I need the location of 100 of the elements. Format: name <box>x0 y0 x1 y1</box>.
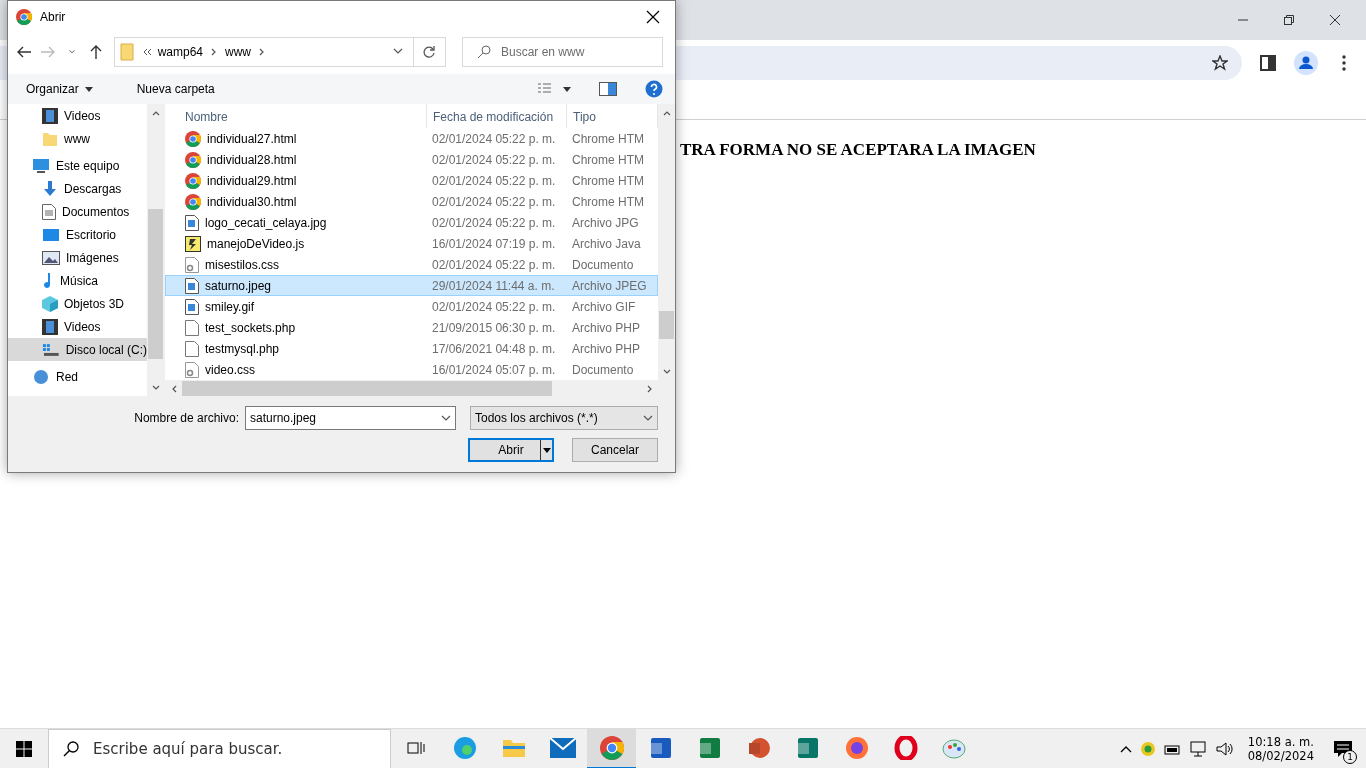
table-cell-text: 16/01/2024 05:07 p. m. <box>431 362 557 377</box>
network-icon[interactable] <box>1189 740 1208 757</box>
drive-icon <box>42 342 60 357</box>
table-cell-text: Documento <box>571 362 635 377</box>
chrome-icon <box>185 172 201 189</box>
file-name: test_sockets.php <box>205 320 296 335</box>
toolbar-button[interactable]: Nueva carpeta <box>128 78 223 100</box>
toolbar-button[interactable]: Organizar <box>18 78 101 100</box>
table-cell-text: Chrome HTM <box>571 173 645 188</box>
table-cell-text: Archivo JPEG <box>571 278 648 293</box>
file-name: smiley.gif <box>205 299 255 314</box>
notifications-button[interactable]: 1 <box>1328 733 1358 764</box>
up-arrow-icon <box>89 43 102 60</box>
dialog-title: Abrir <box>40 10 67 24</box>
sidebar-item[interactable]: Objetos 3D <box>8 292 147 315</box>
column-header[interactable]: Fecha de modificación <box>427 104 567 128</box>
file-row[interactable]: test_sockets.php 21/09/2015 06:30 p. m. Archivo PHP <box>165 317 658 338</box>
image-file-icon <box>185 298 199 315</box>
breadcrumb[interactable]: www <box>219 44 257 59</box>
page-heading: TRA FORMA NO SE ACEPTARA LA IMAGEN <box>680 140 1037 160</box>
caret-icon[interactable] <box>1119 744 1132 753</box>
table-cell-text: 02/01/2024 05:22 p. m. <box>431 194 557 209</box>
breadcrumb[interactable]: wamp64 <box>151 44 209 59</box>
table-cell-text: 02/01/2024 05:22 p. m. <box>431 152 557 167</box>
sidebar-item[interactable]: Documentos <box>8 200 147 223</box>
star-icon[interactable] <box>1212 54 1228 71</box>
taskbar-search-field[interactable]: Escribe aquí para buscar. <box>48 728 391 768</box>
scrollbar-thumb[interactable] <box>659 311 674 339</box>
table-cell-text: Chrome HTM <box>571 152 645 167</box>
fox-icon[interactable] <box>844 735 869 760</box>
swirl-icon[interactable] <box>452 735 477 760</box>
help-icon[interactable] <box>645 80 663 98</box>
cancel-button[interactable]: Cancelar <box>572 438 658 462</box>
table-cell-text: 17/06/2021 04:48 p. m. <box>431 341 557 356</box>
scrollbar[interactable] <box>658 104 675 380</box>
taskbar-app[interactable] <box>587 728 636 768</box>
sidebar-item[interactable]: Videos <box>8 104 147 127</box>
sidebar-item[interactable]: Este equipo <box>8 154 147 177</box>
task-view-icon <box>406 739 425 756</box>
preview-pane-icon[interactable] <box>599 82 617 96</box>
table-cell-text: 02/01/2024 05:22 p. m. <box>431 131 557 146</box>
settings-file-icon <box>185 256 199 273</box>
scrollbar[interactable] <box>147 104 164 396</box>
file-row[interactable]: individual30.html 02/01/2024 05:22 p. m. Chrome HTM <box>165 191 658 212</box>
chrome-icon[interactable] <box>599 735 624 760</box>
search-field[interactable]: Buscar en www <box>461 36 663 67</box>
table-cell-text: Chrome HTM <box>571 131 645 146</box>
file-type-dropdown[interactable]: Todos los archivos (*.*) <box>470 406 658 430</box>
table-cell-text: Chrome HTM <box>571 194 645 209</box>
image-file-icon <box>185 214 199 231</box>
file-row[interactable]: video.css 16/01/2024 05:07 p. m. Documento <box>165 359 658 380</box>
scrollbar-thumb[interactable] <box>182 381 552 396</box>
table-cell-text: 21/09/2015 06:30 p. m. <box>431 320 557 335</box>
table-cell-text: 29/01/2024 11:44 a. m. <box>431 278 556 293</box>
sidebar-item[interactable]: www <box>8 127 147 150</box>
mail-icon[interactable] <box>549 737 576 758</box>
file-row[interactable]: individual27.html 02/01/2024 05:22 p. m. Chrome HTM <box>165 128 658 149</box>
sync-icon[interactable] <box>1139 740 1156 757</box>
open-button[interactable]: Abrir <box>468 438 554 462</box>
table-cell-text: 02/01/2024 05:22 p. m. <box>431 215 557 230</box>
restore-icon <box>1283 14 1295 26</box>
file-row[interactable]: individual29.html 02/01/2024 05:22 p. m. Chrome HTM <box>165 170 658 191</box>
sidebar-item[interactable]: Red <box>8 365 147 388</box>
file-name: video.css <box>205 362 256 377</box>
file-icon <box>185 319 199 336</box>
file-row[interactable]: logo_cecati_celaya.jpg 02/01/2024 05:22 p. m. Archivo JPG <box>165 212 658 233</box>
sidebar-item[interactable]: Música <box>8 269 147 292</box>
sidebar-item[interactable]: Escritorio <box>8 223 147 246</box>
forward-arrow-icon <box>39 45 56 58</box>
speaker-icon[interactable] <box>1215 740 1234 757</box>
file-row[interactable]: manejoDeVideo.js 16/01/2024 07:19 p. m. Archivo Java <box>165 233 658 254</box>
sidebar-item[interactable]: Imágenes <box>8 246 147 269</box>
scrollbar[interactable] <box>165 380 675 397</box>
message-icon <box>1333 739 1353 758</box>
cube-icon <box>42 295 58 312</box>
profile-button[interactable] <box>1294 50 1318 75</box>
ring-icon[interactable] <box>893 735 918 760</box>
filename-field[interactable]: saturno.jpeg <box>245 406 456 430</box>
address-field[interactable]: wamp64 www <box>113 36 446 67</box>
column-header[interactable]: Nombre <box>165 104 427 128</box>
file-row[interactable]: smiley.gif 02/01/2024 05:22 p. m. Archivo GIF <box>165 296 658 317</box>
file-row[interactable]: misestilos.css 02/01/2024 05:22 p. m. Documento <box>165 254 658 275</box>
download-arrow-icon <box>42 180 58 197</box>
desktop-icon <box>42 227 60 242</box>
sidebar-item[interactable]: Videos <box>8 315 147 338</box>
presentation-app-icon[interactable] <box>746 735 771 760</box>
file-icon <box>185 340 199 357</box>
settings-file-icon <box>185 361 199 378</box>
folder-icon <box>42 130 58 147</box>
sidebar-item[interactable]: Disco local (C:) <box>8 338 147 361</box>
sidebar-item[interactable]: Descargas <box>8 177 147 200</box>
close-icon <box>1329 14 1341 26</box>
file-row[interactable]: testmysql.php 17/06/2021 04:48 p. m. Archivo PHP <box>165 338 658 359</box>
profile-icon <box>1294 50 1318 75</box>
search-icon <box>63 740 79 757</box>
clock[interactable]: 10:18 a. m. 08/02/2024 <box>1247 734 1314 763</box>
file-row[interactable]: saturno.jpeg 29/01/2024 11:44 a. m. Archivo JPEG <box>165 275 658 296</box>
view-options-icon[interactable] <box>537 82 571 96</box>
scrollbar-thumb[interactable] <box>148 209 163 359</box>
file-row[interactable]: individual28.html 02/01/2024 05:22 p. m. Chrome HTM <box>165 149 658 170</box>
